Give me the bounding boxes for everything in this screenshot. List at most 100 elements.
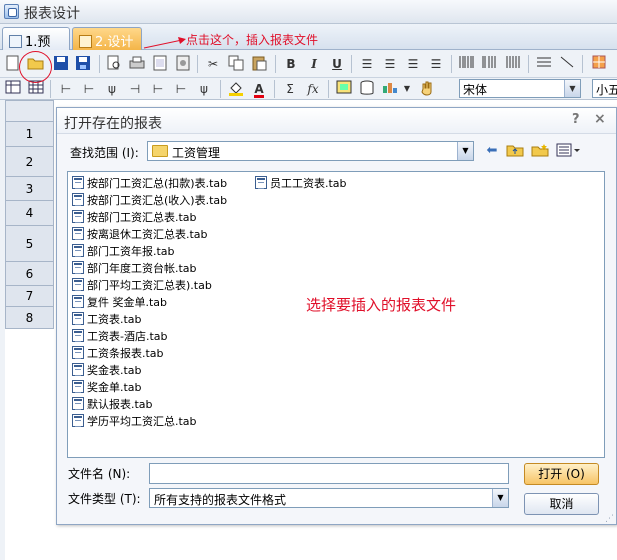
sheet-corner[interactable]	[5, 100, 54, 122]
font-size-select[interactable]: 小五	[592, 79, 617, 98]
hand-icon[interactable]	[418, 80, 436, 98]
row-header[interactable]: 7	[5, 286, 54, 307]
lookin-label: 查找范围 (I):	[70, 146, 139, 160]
file-name: 复件 奖金单.tab	[87, 296, 168, 309]
italic-icon[interactable]: I	[305, 55, 323, 73]
file-item[interactable]: 按部门工资汇总表.tab	[72, 209, 197, 225]
align-right-icon[interactable]: ☰	[427, 55, 445, 73]
toolbar-separator	[528, 55, 529, 73]
file-item[interactable]: 工资表-酒店.tab	[72, 328, 168, 344]
chevron-down-icon[interactable]: ▼	[492, 489, 508, 507]
back-arrow-icon[interactable]: ⬅	[482, 143, 502, 159]
toolbar-separator	[50, 80, 51, 98]
row-header[interactable]: 1	[5, 122, 54, 147]
cut-icon[interactable]: ✂	[204, 55, 222, 73]
print-icon[interactable]	[128, 55, 146, 73]
insert-col-icon[interactable]: ⊢	[80, 80, 98, 98]
align-left-icon[interactable]: ☰	[358, 55, 376, 73]
sum-icon[interactable]: Σ	[281, 80, 299, 98]
file-name: 学历平均工资汇总.tab	[87, 415, 197, 428]
open-button[interactable]: 打开 (O)	[524, 463, 599, 485]
row-header[interactable]: 5	[5, 226, 54, 262]
close-button[interactable]: ×	[594, 111, 606, 127]
merge-icon[interactable]: ψ	[103, 80, 121, 98]
page-setup-icon[interactable]	[151, 55, 169, 73]
delete-col-icon[interactable]: ⊢	[172, 80, 190, 98]
view-menu-icon[interactable]	[555, 143, 581, 159]
filetype-select[interactable]: 所有支持的报表文件格式 ▼	[149, 488, 509, 508]
database-icon[interactable]	[358, 80, 376, 98]
row-header[interactable]: 4	[5, 201, 54, 226]
file-item[interactable]: 按离退休工资汇总表.tab	[72, 226, 208, 242]
image-icon[interactable]	[335, 80, 353, 98]
report-file-icon	[72, 380, 84, 393]
font-color-icon[interactable]: A	[250, 80, 268, 98]
file-item[interactable]: 奖金单.tab	[72, 379, 142, 395]
report-file-icon	[72, 278, 84, 291]
underline-icon[interactable]: U	[328, 55, 346, 73]
border-lines-icon[interactable]	[535, 55, 553, 73]
resize-grip-icon[interactable]: ⋰	[605, 514, 614, 524]
align-justify-icon[interactable]: ☰	[381, 55, 399, 73]
grid-color-icon[interactable]	[590, 55, 608, 73]
file-item[interactable]: 奖金表.tab	[72, 362, 142, 378]
chart-dropdown-icon[interactable]: ▼	[398, 80, 416, 98]
help-button[interactable]: ?	[572, 112, 580, 127]
lookin-select[interactable]: 工资管理 ▼	[147, 141, 474, 161]
cancel-button[interactable]: 取消	[524, 493, 599, 515]
toolbar-separator	[220, 80, 221, 98]
row-header[interactable]: 2	[5, 147, 54, 177]
barcode2-icon[interactable]	[481, 55, 499, 73]
table-icon[interactable]	[4, 80, 22, 98]
file-item[interactable]: 按部门工资汇总(收入)表.tab	[72, 192, 227, 208]
file-item[interactable]: 复件 奖金单.tab	[72, 294, 167, 310]
chart-wizard-icon[interactable]	[381, 80, 399, 98]
fill-color-icon[interactable]	[227, 80, 245, 98]
new-folder-icon[interactable]	[530, 143, 550, 159]
tab-preview[interactable]: 1.预览	[2, 27, 70, 69]
file-item[interactable]: 学历平均工资汇总.tab	[72, 413, 197, 429]
report-file-icon	[72, 363, 84, 376]
row-header[interactable]: 3	[5, 177, 54, 201]
print-preview-icon[interactable]	[105, 55, 123, 73]
row-header[interactable]: 6	[5, 262, 54, 286]
chevron-down-icon[interactable]: ▼	[457, 142, 473, 160]
barcode3-icon[interactable]	[504, 55, 522, 73]
copy-icon[interactable]	[227, 55, 245, 73]
file-item[interactable]: 默认报表.tab	[72, 396, 153, 412]
lookin-value: 工资管理	[172, 146, 221, 160]
font-size-value: 小五	[596, 83, 617, 97]
diagonal-line-icon[interactable]	[558, 55, 576, 73]
filename-input[interactable]	[149, 463, 509, 484]
tab-design[interactable]: 2.设计	[72, 27, 142, 50]
save-as-icon[interactable]	[74, 55, 92, 73]
up-folder-icon[interactable]	[505, 143, 525, 159]
file-name: 工资表.tab	[87, 313, 142, 326]
paste-icon[interactable]	[250, 55, 268, 73]
file-item[interactable]: 部门平均工资汇总表).tab	[72, 277, 212, 293]
file-item[interactable]: 部门年度工资台帐.tab	[72, 260, 197, 276]
align-center-icon[interactable]: ☰	[404, 55, 422, 73]
file-item[interactable]: 部门工资年报.tab	[72, 243, 175, 259]
function-icon[interactable]: fx	[304, 80, 322, 98]
file-item[interactable]: 工资表.tab	[72, 311, 142, 327]
file-item[interactable]: 按部门工资汇总(扣款)表.tab	[72, 175, 227, 191]
delete-row-icon[interactable]: ⊢	[149, 80, 167, 98]
file-item[interactable]: 工资条报表.tab	[72, 345, 164, 361]
chevron-down-icon[interactable]: ▼	[564, 80, 580, 97]
annotation-top: 点击这个，插入报表文件	[186, 33, 319, 47]
file-name: 按部门工资汇总(收入)表.tab	[87, 194, 228, 207]
row-header[interactable]: 8	[5, 307, 54, 329]
insert-row-icon[interactable]: ⊢	[57, 80, 75, 98]
file-list[interactable]: 按部门工资汇总(扣款)表.tab 按部门工资汇总(收入)表.tab 按部门工资汇…	[67, 171, 605, 458]
fork-icon[interactable]: ψ	[195, 80, 213, 98]
toolbar-separator	[582, 55, 583, 73]
export-icon[interactable]	[174, 55, 192, 73]
split-icon[interactable]: ⊣	[126, 80, 144, 98]
font-name-select[interactable]: 宋体 ▼	[459, 79, 581, 98]
save-icon[interactable]	[52, 55, 70, 73]
bold-icon[interactable]: B	[282, 55, 300, 73]
file-item[interactable]: 员工工资表.tab	[255, 175, 347, 191]
toolbar-main: ✂ B I U ☰ ☰ ☰ ☰	[0, 50, 617, 78]
barcode1-icon[interactable]	[458, 55, 476, 73]
